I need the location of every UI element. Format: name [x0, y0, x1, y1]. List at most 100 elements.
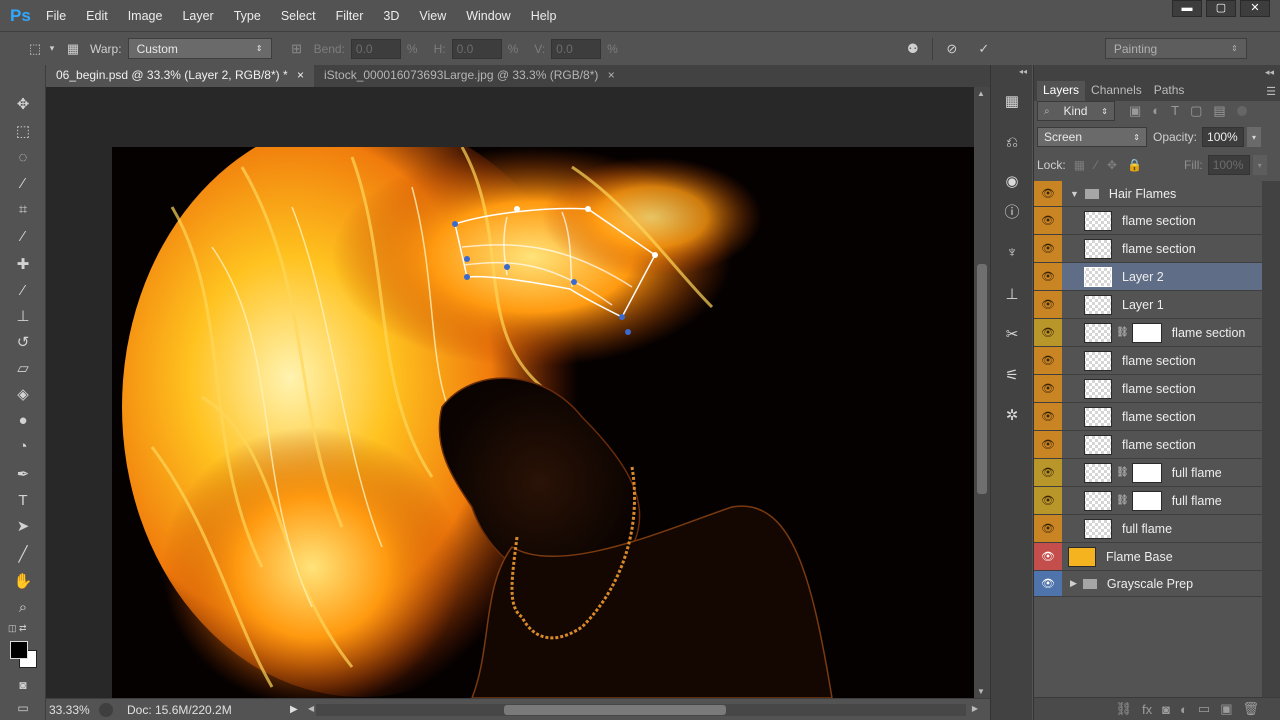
tab-channels[interactable]: Channels [1085, 81, 1148, 101]
visibility-eye-icon[interactable]: 👁 [1034, 291, 1062, 318]
visibility-eye-icon[interactable]: 👁 [1034, 571, 1062, 596]
layer-row[interactable]: 👁 ⛓ full flame [1034, 459, 1262, 487]
layer-mask-thumbnail[interactable] [1131, 322, 1162, 343]
layers-scrollbar[interactable] [1262, 181, 1280, 704]
visibility-eye-icon[interactable]: 👁 [1034, 487, 1062, 514]
lasso-tool-icon[interactable]: ◌ [11, 146, 35, 168]
visibility-eye-icon[interactable]: 👁 [1034, 431, 1062, 458]
bend-input[interactable] [350, 38, 401, 59]
document-canvas[interactable] [112, 147, 974, 698]
menu-type[interactable]: Type [234, 9, 261, 23]
brush-presets-icon[interactable]: ▦ [1000, 90, 1024, 112]
type-tool-icon[interactable]: T [11, 489, 35, 511]
link-layers-icon[interactable]: ⛓ [1116, 701, 1133, 717]
dodge-tool-icon[interactable]: ◔ [11, 435, 35, 457]
foreground-color-swatch[interactable] [10, 641, 28, 659]
layer-row[interactable]: 👁 flame section [1034, 347, 1262, 375]
layer-row[interactable]: 👁 flame section [1034, 375, 1262, 403]
tab-close-icon[interactable]: × [297, 68, 304, 82]
group-expand-icon[interactable]: ▼ [1070, 189, 1079, 199]
clone-stamp-tool-icon[interactable]: ⊥ [11, 305, 35, 327]
menu-layer[interactable]: Layer [182, 9, 213, 23]
brush-panel-icon[interactable]: ♆ [1000, 241, 1024, 263]
path-selection-tool-icon[interactable]: ➤ [11, 515, 35, 537]
warp-grid-toggle-icon[interactable]: ▦ [62, 39, 84, 59]
menu-help[interactable]: Help [531, 9, 557, 23]
visibility-eye-icon[interactable]: 👁 [1034, 347, 1062, 374]
menu-edit[interactable]: Edit [86, 9, 108, 23]
info-panel-icon[interactable]: ⓘ [1000, 200, 1024, 222]
fill-slider-arrow-icon[interactable]: ▾ [1252, 155, 1267, 175]
visibility-eye-icon[interactable]: 👁 [1034, 263, 1062, 290]
layer-row[interactable]: 👁 flame section [1034, 207, 1262, 235]
status-menu-arrow-icon[interactable]: ▶ [290, 704, 298, 715]
layer-row-flame-base[interactable]: 👁 Flame Base [1034, 543, 1262, 571]
adjustment-layer-icon[interactable]: ◐ [1180, 702, 1188, 717]
mask-link-icon[interactable]: ⛓ [1116, 467, 1129, 478]
swatches-panel-icon[interactable]: ◉ [1000, 170, 1024, 192]
menu-3d[interactable]: 3D [383, 9, 399, 23]
tab-paths[interactable]: Paths [1148, 81, 1191, 101]
tool-preset-arrow-icon[interactable]: ▾ [46, 39, 58, 59]
layer-mask-thumbnail[interactable] [1131, 462, 1162, 483]
visibility-eye-icon[interactable]: 👁 [1034, 543, 1062, 570]
vertical-scroll-thumb[interactable] [977, 264, 987, 494]
layer-mask-thumbnail[interactable] [1131, 490, 1162, 511]
panel-menu-icon[interactable]: ☰ [1266, 85, 1276, 98]
mask-link-icon[interactable]: ⛓ [1116, 327, 1129, 338]
layer-group-grayscale-prep[interactable]: 👁 ▶ Grayscale Prep [1034, 571, 1262, 597]
visibility-eye-icon[interactable]: 👁 [1034, 181, 1062, 206]
quick-selection-tool-icon[interactable]: ⁄ [11, 172, 35, 194]
workspace-select[interactable]: Painting ⇕ [1104, 38, 1247, 59]
scroll-left-icon[interactable]: ◀ [308, 704, 314, 713]
layer-row[interactable]: 👁 flame section [1034, 403, 1262, 431]
layer-row-selected[interactable]: 👁 Layer 2 [1034, 263, 1262, 291]
menu-window[interactable]: Window [466, 9, 510, 23]
canvas-vertical-scrollbar[interactable]: ▲ ▼ [974, 87, 990, 698]
canvas-area[interactable] [46, 87, 974, 698]
layer-row[interactable]: 👁 ⛓ flame section [1034, 319, 1262, 347]
visibility-eye-icon[interactable]: 👁 [1034, 235, 1062, 262]
hand-tool-icon[interactable]: ✋ [11, 570, 35, 592]
tab-06-begin[interactable]: 06_begin.psd @ 33.3% (Layer 2, RGB/8*) *… [46, 65, 315, 87]
pen-tool-icon[interactable]: ✒ [11, 463, 35, 485]
crop-tool-icon[interactable]: ⌗ [11, 198, 35, 220]
zoom-level[interactable]: 33.33% [49, 703, 99, 717]
minimize-button[interactable]: ▬ [1172, 0, 1202, 17]
tab-istock[interactable]: iStock_000016073693Large.jpg @ 33.3% (RG… [314, 65, 625, 87]
healing-brush-tool-icon[interactable]: ✚ [11, 253, 35, 275]
navigator-panel-icon[interactable]: ✲ [1000, 404, 1024, 426]
transform-tool-icon[interactable]: ⬚ [24, 39, 46, 59]
layer-group-hair-flames[interactable]: 👁 ▼ Hair Flames [1034, 181, 1262, 207]
scroll-down-icon[interactable]: ▼ [977, 687, 985, 696]
layer-style-icon[interactable]: fx [1142, 702, 1152, 717]
add-mask-icon[interactable]: ◙ [1162, 702, 1170, 717]
scroll-up-icon[interactable]: ▲ [977, 89, 985, 98]
screen-mode-icon[interactable]: ▭ [11, 697, 35, 719]
canvas-horizontal-scrollbar[interactable]: ◀ ▶ [308, 704, 978, 716]
clone-source-icon[interactable]: ⊥ [1000, 283, 1024, 305]
brush-tool-icon[interactable]: ⁄ [11, 279, 35, 301]
paint-bucket-tool-icon[interactable]: ◈ [11, 383, 35, 405]
layer-row[interactable]: 👁 Layer 1 [1034, 291, 1262, 319]
visibility-eye-icon[interactable]: 👁 [1034, 207, 1062, 234]
menu-view[interactable]: View [419, 9, 446, 23]
menu-select[interactable]: Select [281, 9, 316, 23]
close-window-button[interactable]: ✕ [1240, 0, 1270, 17]
layer-row[interactable]: 👁 flame section [1034, 431, 1262, 459]
status-options-icon[interactable] [99, 702, 113, 717]
menu-file[interactable]: File [46, 9, 66, 23]
delete-layer-icon[interactable]: 🗑 [1242, 701, 1259, 717]
default-colors-icon[interactable]: ◫ ⇄ [8, 623, 27, 634]
visibility-eye-icon[interactable]: 👁 [1034, 515, 1062, 542]
new-layer-icon[interactable]: ▣ [1220, 701, 1232, 717]
eraser-tool-icon[interactable]: ▱ [11, 357, 35, 379]
opacity-input[interactable] [1202, 127, 1245, 147]
filter-toggle-icon[interactable] [1236, 106, 1247, 116]
layer-row[interactable]: 👁 ⛓ full flame [1034, 487, 1262, 515]
adjustments-panel-icon[interactable]: ⚟ [1000, 364, 1024, 386]
opacity-slider-arrow-icon[interactable]: ▾ [1247, 127, 1262, 147]
fill-input[interactable] [1207, 155, 1250, 175]
change-warp-orientation-icon[interactable]: ⊞ [286, 39, 308, 59]
history-panel-icon[interactable]: ⎌ [1000, 131, 1024, 153]
